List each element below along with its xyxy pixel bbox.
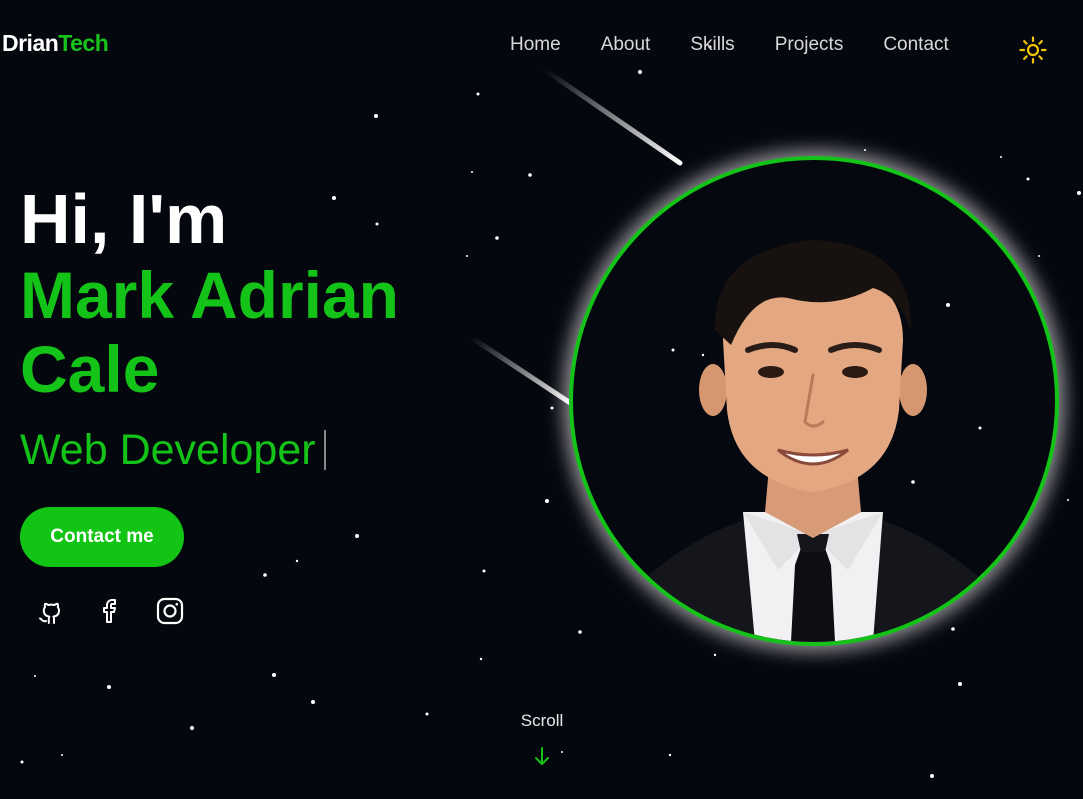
nav-skills[interactable]: Skills xyxy=(690,33,734,57)
portrait-illustration xyxy=(625,219,1014,642)
contact-me-button[interactable]: Contact me xyxy=(20,507,184,567)
sun-icon[interactable] xyxy=(1019,36,1047,64)
main-nav: Home About Skills Projects Contact xyxy=(510,33,989,57)
typing-caret xyxy=(323,430,326,470)
facebook-icon[interactable] xyxy=(96,596,126,626)
hero-name: Mark Adrian Cale xyxy=(20,258,399,406)
scroll-label[interactable]: Scroll xyxy=(505,711,579,731)
github-icon[interactable] xyxy=(35,596,65,626)
profile-photo xyxy=(569,156,1059,646)
instagram-icon[interactable] xyxy=(155,596,185,626)
hero-role: Web Developer xyxy=(20,424,326,476)
arrow-down-icon[interactable] xyxy=(532,746,552,768)
nav-home[interactable]: Home xyxy=(510,33,561,57)
shooting-star xyxy=(542,67,683,166)
hero-greeting: Hi, I'm xyxy=(20,180,228,258)
nav-contact[interactable]: Contact xyxy=(883,33,948,57)
nav-projects[interactable]: Projects xyxy=(775,33,844,57)
nav-about[interactable]: About xyxy=(601,33,651,57)
brand-name-part1: Drian xyxy=(2,30,59,56)
brand-name-part2: Tech xyxy=(58,30,109,56)
brand-logo[interactable]: DrianTech xyxy=(2,30,109,57)
hero-role-text: Web Developer xyxy=(20,426,316,474)
